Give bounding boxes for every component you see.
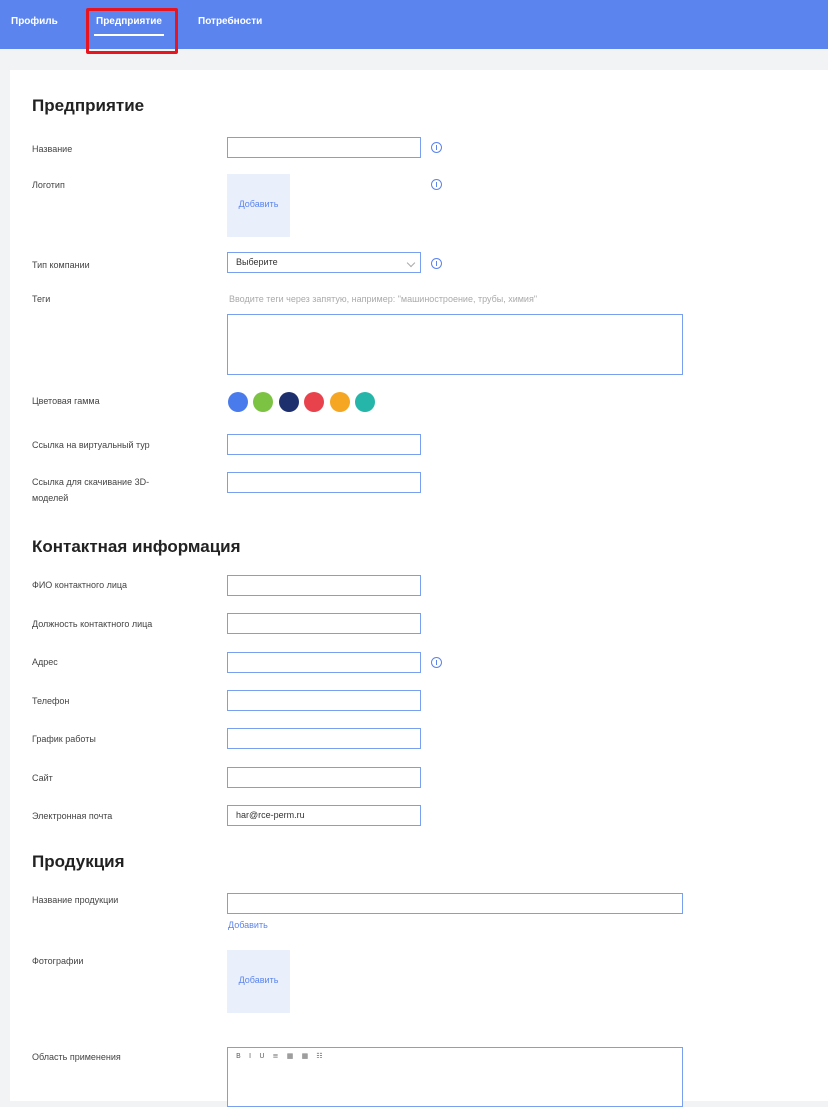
section-title-enterprise: Предприятие: [32, 96, 145, 115]
name-info-icon[interactable]: [431, 142, 442, 153]
product-name-input[interactable]: [227, 893, 683, 914]
models-label: Ссылка для скачивание 3D-моделей: [32, 477, 150, 503]
logo-upload[interactable]: Добавить: [227, 174, 290, 237]
company-type-label: Тип компании: [32, 260, 90, 270]
scope-label: Область применения: [32, 1052, 121, 1062]
photos-add-label: Добавить: [238, 975, 279, 985]
color-swatch-orange[interactable]: [330, 392, 350, 412]
color-swatch-red[interactable]: [304, 392, 324, 412]
add-product-link[interactable]: Добавить: [228, 920, 268, 930]
scope-editor[interactable]: B I U ≡ ▦ ▦ ☷: [227, 1047, 683, 1107]
logo-label: Логотип: [32, 180, 65, 190]
schedule-input[interactable]: [227, 728, 421, 749]
name-label: Название: [32, 144, 73, 154]
tour-label: Ссылка на виртуальный тур: [32, 440, 150, 450]
chevron-down-icon: [406, 258, 416, 268]
site-input[interactable]: [227, 767, 421, 788]
color-swatch-green[interactable]: [253, 392, 273, 412]
fio-input[interactable]: [227, 575, 421, 596]
color-label: Цветовая гамма: [32, 396, 100, 406]
tour-input[interactable]: [227, 434, 421, 455]
email-label: Электронная почта: [32, 811, 113, 821]
photos-upload[interactable]: Добавить: [227, 950, 290, 1013]
site-label: Сайт: [32, 773, 53, 783]
active-tab-highlight: [86, 8, 178, 54]
logo-info-icon[interactable]: [431, 179, 442, 190]
position-input[interactable]: [227, 613, 421, 634]
product-name-label: Название продукции: [32, 895, 119, 905]
color-swatch-teal[interactable]: [355, 392, 375, 412]
phone-label: Телефон: [32, 696, 70, 706]
editor-toolbar[interactable]: B I U ≡ ▦ ▦ ☷: [236, 1052, 326, 1060]
section-title-products: Продукция: [32, 852, 125, 871]
tab-needs[interactable]: Потребности: [198, 16, 262, 27]
company-type-value: Выберите: [236, 257, 278, 267]
address-info-icon[interactable]: [431, 657, 442, 668]
photos-label: Фотографии: [32, 956, 84, 966]
company-type-select[interactable]: Выберите: [227, 252, 421, 273]
email-input[interactable]: har@rce-perm.ru: [227, 805, 421, 826]
name-input[interactable]: [227, 137, 421, 158]
address-input[interactable]: [227, 652, 421, 673]
tags-textarea[interactable]: [227, 314, 683, 375]
tags-hint: Вводите теги через запятую, например: "м…: [229, 294, 538, 304]
section-title-contact: Контактная информация: [32, 537, 241, 556]
tags-label: Теги: [32, 294, 51, 304]
phone-input[interactable]: [227, 690, 421, 711]
company-type-info-icon[interactable]: [431, 258, 442, 269]
color-swatch-navy[interactable]: [279, 392, 299, 412]
tab-profile[interactable]: Профиль: [11, 16, 58, 27]
schedule-label: График работы: [32, 734, 96, 744]
models-input[interactable]: [227, 472, 421, 493]
position-label: Должность контактного лица: [32, 619, 153, 629]
color-swatch-blue[interactable]: [228, 392, 248, 412]
logo-add-label: Добавить: [238, 199, 279, 209]
address-label: Адрес: [32, 657, 58, 667]
left-gutter: [0, 70, 10, 1101]
fio-label: ФИО контактного лица: [32, 580, 128, 590]
